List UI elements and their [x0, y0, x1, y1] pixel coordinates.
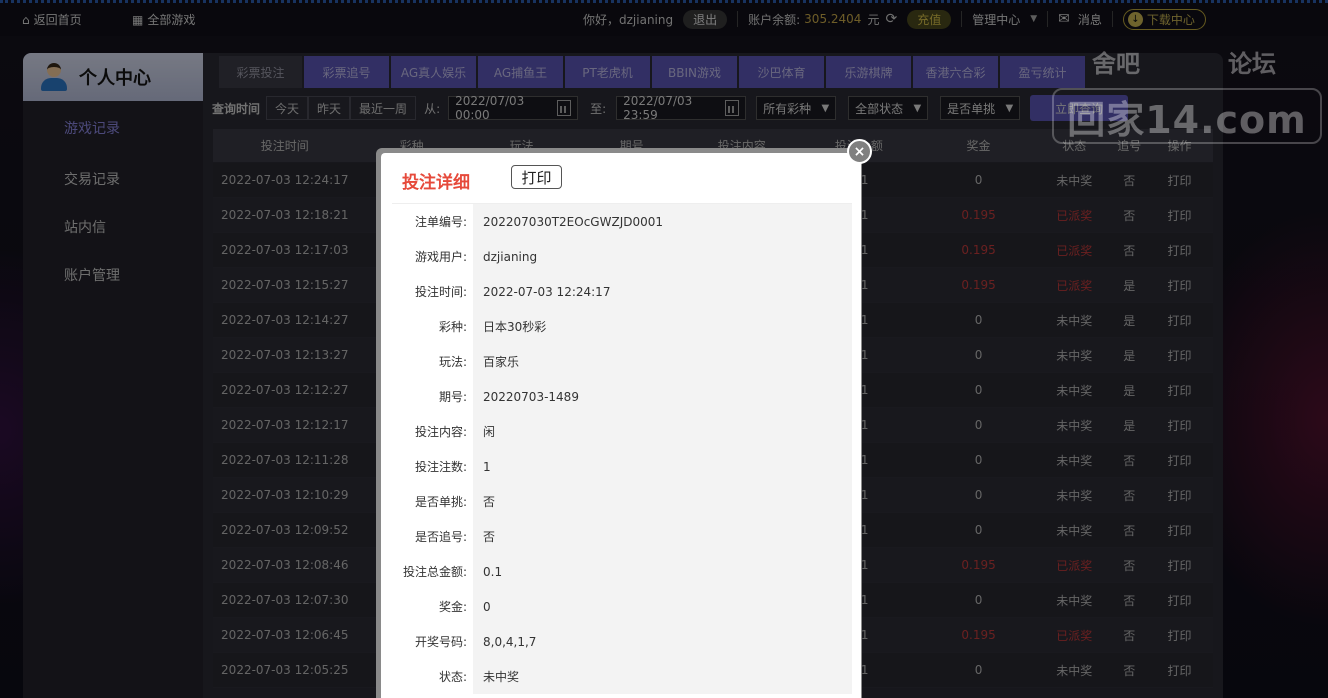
detail-row: 彩种: 日本30秒彩 [392, 309, 852, 344]
detail-label: 彩种: [392, 309, 473, 344]
detail-value: dzjianing [473, 239, 852, 274]
detail-value: 2022-07-03 12:24:17 [473, 274, 852, 309]
detail-label: 投注注数: [392, 449, 473, 484]
detail-label: 玩法: [392, 344, 473, 379]
detail-row: 奖金: 0 [392, 589, 852, 624]
detail-label: 投注时间: [392, 274, 473, 309]
detail-value: 1 [473, 449, 852, 484]
detail-value: 202207030T2EOcGWZJD0001 [473, 204, 852, 239]
detail-label: 期号: [392, 379, 473, 414]
detail-value: 否 [473, 519, 852, 554]
detail-value: 0.1 [473, 554, 852, 589]
detail-label: 注单编号: [392, 204, 473, 239]
detail-value: 日本30秒彩 [473, 309, 852, 344]
detail-row: 期号: 20220703-1489 [392, 379, 852, 414]
detail-row: 是否追号: 否 [392, 519, 852, 554]
modal-print-button[interactable]: 打印 [511, 165, 562, 189]
close-icon[interactable]: × [847, 139, 872, 164]
detail-row: 玩法: 百家乐 [392, 344, 852, 379]
detail-label: 状态: [392, 659, 473, 694]
detail-value: 0 [473, 589, 852, 624]
detail-label: 投注内容: [392, 414, 473, 449]
watermark-logo: 舍吧 论坛 回家14.com [1052, 40, 1324, 150]
detail-label: 投注总金额: [392, 554, 473, 589]
detail-row: 投注注数: 1 [392, 449, 852, 484]
detail-value: 未中奖 [473, 659, 852, 694]
detail-row: 投注总金额: 0.1 [392, 554, 852, 589]
detail-label: 奖金: [392, 589, 473, 624]
watermark-text: 舍吧 [1092, 50, 1140, 78]
detail-row: 游戏用户: dzjianing [392, 239, 852, 274]
detail-label: 开奖号码: [392, 624, 473, 659]
detail-value: 20220703-1489 [473, 379, 852, 414]
detail-row: 投注内容: 闲 [392, 414, 852, 449]
bet-detail-modal: 投注详细 打印 注单编号: 202207030T2EOcGWZJD0001 游戏用户… [381, 153, 861, 698]
watermark-text: 论坛 [1228, 50, 1276, 78]
watermark-text: 回家14.com [1052, 88, 1322, 144]
detail-row: 开奖号码: 8,0,4,1,7 [392, 624, 852, 659]
detail-label: 是否单挑: [392, 484, 473, 519]
detail-value: 闲 [473, 414, 852, 449]
modal-title: 投注详细 [402, 173, 470, 193]
detail-row: 是否单挑: 否 [392, 484, 852, 519]
detail-row: 状态: 未中奖 [392, 659, 852, 694]
detail-label: 游戏用户: [392, 239, 473, 274]
detail-value: 百家乐 [473, 344, 852, 379]
detail-value: 8,0,4,1,7 [473, 624, 852, 659]
detail-label: 是否追号: [392, 519, 473, 554]
detail-row: 注单编号: 202207030T2EOcGWZJD0001 [392, 204, 852, 239]
detail-list: 注单编号: 202207030T2EOcGWZJD0001 游戏用户: dzjiani… [392, 203, 852, 694]
detail-row: 投注时间: 2022-07-03 12:24:17 [392, 274, 852, 309]
detail-value: 否 [473, 484, 852, 519]
